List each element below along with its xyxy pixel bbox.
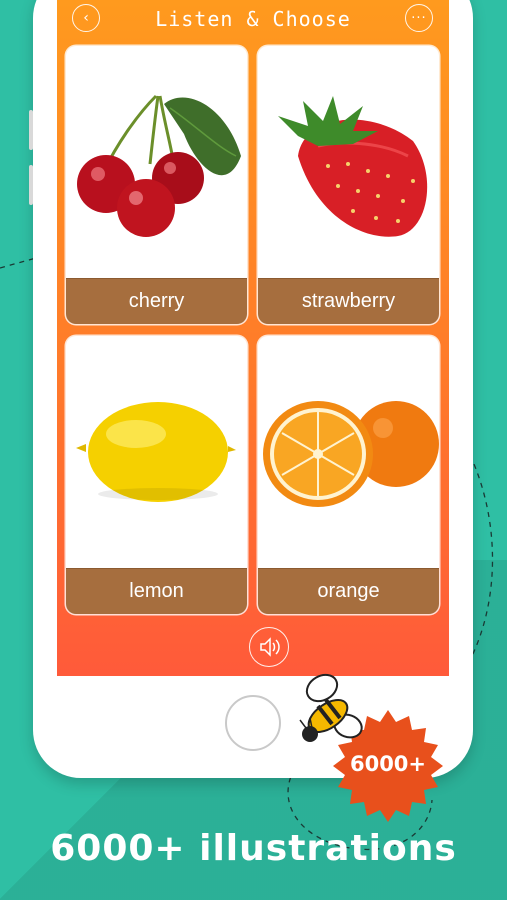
chevron-left-icon[interactable]: ‹: [72, 4, 100, 32]
card-label: cherry: [66, 278, 247, 324]
more-horizontal-icon[interactable]: ···: [405, 4, 433, 32]
home-button[interactable]: [225, 695, 281, 751]
badge-text: 6000+: [349, 752, 427, 776]
volume-button: [29, 110, 33, 150]
answer-card-strawberry[interactable]: strawberry: [258, 46, 439, 324]
page-title: Listen & Choose: [155, 7, 351, 31]
app-screen: ‹ Listen & Choose ··· cherry strawberry …: [57, 0, 449, 676]
answer-card-cherry[interactable]: cherry: [66, 46, 247, 324]
answer-card-orange[interactable]: orange: [258, 336, 439, 614]
speaker-icon[interactable]: [249, 627, 289, 667]
answer-card-lemon[interactable]: lemon: [66, 336, 247, 614]
card-label: orange: [258, 568, 439, 614]
bee-icon: [299, 673, 363, 742]
volume-button: [29, 165, 33, 205]
orange-illustration: [263, 401, 439, 507]
card-label: strawberry: [258, 278, 439, 324]
card-label: lemon: [66, 568, 247, 614]
lemon-illustration: [76, 402, 236, 502]
strawberry-illustration: [278, 96, 428, 237]
cherry-illustration: [77, 94, 241, 237]
promo-caption: 6000+ illustrations: [50, 828, 457, 869]
header-bar: ‹ Listen & Choose ···: [57, 0, 449, 38]
